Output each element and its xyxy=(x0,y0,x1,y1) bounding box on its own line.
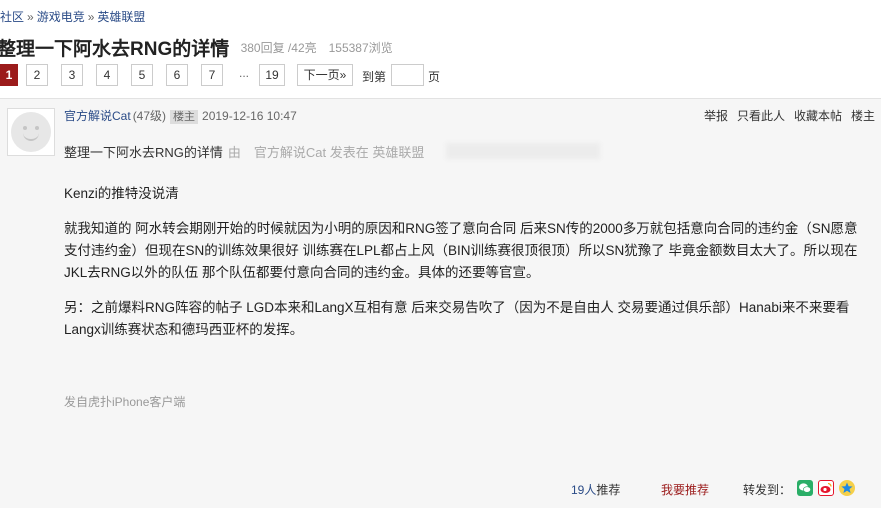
goto-suffix: 页 xyxy=(428,70,441,84)
post-source: 发自虎扑iPhone客户端 xyxy=(64,395,186,409)
page-2-button[interactable]: 2 xyxy=(26,64,48,86)
weibo-icon[interactable] xyxy=(818,480,834,496)
recommend-button[interactable]: 我要推荐 xyxy=(661,481,709,498)
page-ellipsis: ... xyxy=(239,66,250,80)
page-7-button[interactable]: 7 xyxy=(201,64,223,86)
page-4-button[interactable]: 4 xyxy=(96,64,118,86)
breadcrumb-community[interactable]: 社区 xyxy=(0,10,24,24)
breadcrumb-games-esports[interactable]: 游戏电竞 xyxy=(37,10,85,24)
recommend-count[interactable]: 19人推荐 xyxy=(571,481,620,498)
post-content: Kenzi的推特没说清 就我知道的 阿水转会期刚开始的时候就因为小明的原因和RN… xyxy=(64,183,869,354)
report-link[interactable]: 举报 xyxy=(704,109,728,123)
avatar-eye xyxy=(35,126,39,130)
post-paragraph: 另：之前爆料RNG阵容的帖子 LGD本来和LangX互相有意 后来交易告吹了（因… xyxy=(64,300,850,337)
post-time: 2019-12-16 10:47 xyxy=(202,109,297,123)
page-3-button[interactable]: 3 xyxy=(61,64,83,86)
post-byline: 由 官方解说Cat 发表在 英雄联盟 xyxy=(227,145,425,160)
post-meta: 官方解说Cat (47级) 楼主 2019-12-16 10:47 xyxy=(64,107,297,124)
only-this-author-link[interactable]: 只看此人 xyxy=(737,109,785,123)
post-actions: 举报 只看此人 收藏本帖 楼主 xyxy=(695,107,875,124)
page-6-button[interactable]: 6 xyxy=(166,64,188,86)
breadcrumb-lol[interactable]: 英雄联盟 xyxy=(97,10,145,24)
recommend-label: 推荐 xyxy=(596,483,621,497)
share-label: 转发到： xyxy=(743,483,792,497)
goto-label: 到第 xyxy=(362,70,387,84)
author-level: (47级) xyxy=(132,109,167,123)
post-title: 整理一下阿水去RNG的详情 xyxy=(64,145,223,160)
page-19-button[interactable]: 19 xyxy=(259,64,285,86)
qzone-icon[interactable] xyxy=(839,480,855,496)
breadcrumb-separator: » xyxy=(87,10,95,24)
post-paragraph: Kenzi的推特没说清 xyxy=(64,186,179,201)
recommend-number: 19人 xyxy=(571,483,597,497)
post: 官方解说Cat (47级) 楼主 2019-12-16 10:47 举报 只看此人 收藏本… xyxy=(0,99,881,508)
thread-stats: 380回复 /42亮 155387浏览 xyxy=(240,41,393,55)
author-link[interactable]: 官方解说Cat xyxy=(64,109,131,123)
next-page-button[interactable]: 下一页» xyxy=(297,64,353,86)
avatar xyxy=(11,112,51,152)
page-title: 整理一下阿水去RNG的详情 xyxy=(0,39,230,60)
page-5-button[interactable]: 5 xyxy=(131,64,153,86)
thread-header: 整理一下阿水去RNG的详情 380回复 /42亮 155387浏览 xyxy=(0,34,393,61)
op-badge: 楼主 xyxy=(170,110,199,124)
blurred-region xyxy=(446,143,600,159)
page-1-button[interactable]: 1 xyxy=(0,64,18,86)
avatar-mouth xyxy=(23,132,39,141)
avatar-frame[interactable] xyxy=(7,108,55,156)
avatar-eye xyxy=(23,126,27,130)
wechat-icon[interactable] xyxy=(797,480,813,496)
breadcrumb: 社区» 游戏电竞» 英雄联盟 xyxy=(0,8,145,25)
floor-label: 楼主 xyxy=(850,109,875,123)
post-title-line: 整理一下阿水去RNG的详情由 官方解说Cat 发表在 英雄联盟 xyxy=(64,142,424,161)
breadcrumb-separator: » xyxy=(27,10,34,24)
favorite-link[interactable]: 收藏本帖 xyxy=(794,109,842,123)
goto-page-input[interactable] xyxy=(391,64,424,86)
post-paragraph: 就我知道的 阿水转会期刚开始的时候就因为小明的原因和RNG签了意向合同 后来SN… xyxy=(64,221,858,280)
